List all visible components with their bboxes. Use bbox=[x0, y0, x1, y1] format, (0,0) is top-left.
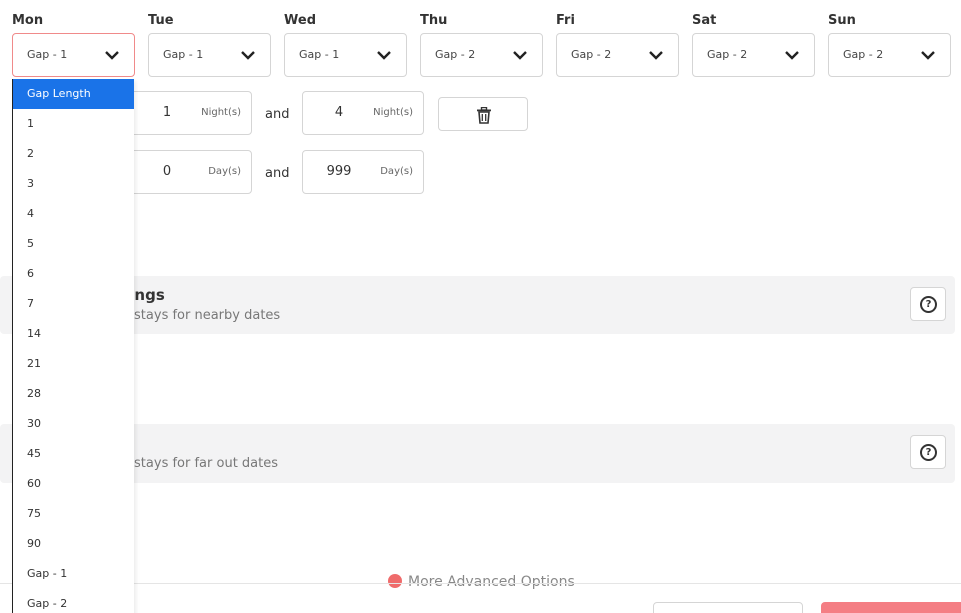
more-advanced-options-link[interactable]: More Advanced Options bbox=[388, 574, 575, 590]
more-options-label: More Advanced Options bbox=[408, 574, 575, 590]
day-label-sun: Sun bbox=[828, 13, 856, 28]
max-days-input[interactable]: 999 Day(s) bbox=[302, 150, 424, 194]
dropdown-option[interactable]: Gap - 1 bbox=[13, 559, 134, 589]
footer-secondary-button[interactable] bbox=[653, 602, 803, 613]
day-select-value: Gap - 2 bbox=[571, 48, 612, 61]
dropdown-option[interactable]: 5 bbox=[13, 229, 134, 259]
chevron-down-icon bbox=[513, 51, 527, 60]
dropdown-option[interactable]: 7 bbox=[13, 289, 134, 319]
chevron-down-icon bbox=[105, 51, 119, 60]
dropdown-option[interactable]: 45 bbox=[13, 439, 134, 469]
day-select-wed[interactable]: Gap - 1 bbox=[284, 33, 407, 77]
max-nights-value: 4 bbox=[334, 105, 344, 120]
dropdown-option[interactable]: 3 bbox=[13, 169, 134, 199]
dropdown-option[interactable]: 1 bbox=[13, 109, 134, 139]
day-select-value: Gap - 1 bbox=[299, 48, 340, 61]
gap-length-dropdown: Gap Length 1 2 3 4 5 6 7 14 21 28 30 45 … bbox=[12, 79, 134, 613]
day-select-tue[interactable]: Gap - 1 bbox=[148, 33, 271, 77]
min-nights-input[interactable]: 1 Night(s) bbox=[130, 91, 252, 135]
chevron-down-icon bbox=[921, 51, 935, 60]
day-label-tue: Tue bbox=[148, 13, 174, 28]
day-col-mon: Mon Gap - 1 bbox=[12, 12, 135, 77]
day-select-sun[interactable]: Gap - 2 bbox=[828, 33, 951, 77]
chevron-down-icon bbox=[785, 51, 799, 60]
dropdown-option[interactable]: 4 bbox=[13, 199, 134, 229]
dropdown-option[interactable]: 30 bbox=[13, 409, 134, 439]
dropdown-option[interactable]: 75 bbox=[13, 499, 134, 529]
day-label-mon: Mon bbox=[12, 13, 44, 28]
dropdown-option[interactable]: 28 bbox=[13, 379, 134, 409]
help-circle-icon: ? bbox=[920, 444, 937, 461]
day-select-fri[interactable]: Gap - 2 bbox=[556, 33, 679, 77]
nights-and-label: and bbox=[265, 107, 290, 122]
chevron-down-icon bbox=[649, 51, 663, 60]
trash-icon bbox=[477, 107, 491, 124]
min-days-value: 0 bbox=[162, 164, 172, 179]
day-select-value: Gap - 1 bbox=[27, 48, 68, 61]
toggle-dot-icon bbox=[388, 574, 402, 588]
nearby-bookings-panel: okings um stays for nearby dates ? bbox=[0, 276, 955, 334]
day-label-fri: Fri bbox=[556, 13, 575, 28]
chevron-down-icon bbox=[241, 51, 255, 60]
day-label-thu: Thu bbox=[420, 13, 448, 28]
dropdown-option[interactable]: 21 bbox=[13, 349, 134, 379]
dropdown-option[interactable]: 14 bbox=[13, 319, 134, 349]
dropdown-option[interactable]: 60 bbox=[13, 469, 134, 499]
dropdown-option[interactable]: Gap - 2 bbox=[13, 589, 134, 613]
day-select-value: Gap - 2 bbox=[843, 48, 884, 61]
day-select-value: Gap - 1 bbox=[163, 48, 204, 61]
help-button[interactable]: ? bbox=[910, 287, 946, 321]
day-select-value: Gap - 2 bbox=[707, 48, 748, 61]
day-label-sat: Sat bbox=[692, 13, 717, 28]
min-nights-unit: Night(s) bbox=[201, 107, 241, 118]
min-days-unit: Day(s) bbox=[208, 166, 241, 177]
day-col-sun: Sun Gap - 2 bbox=[828, 12, 951, 77]
help-circle-icon: ? bbox=[920, 296, 937, 313]
panel-subtitle: um stays for nearby dates bbox=[109, 308, 281, 323]
chevron-down-icon bbox=[377, 51, 391, 60]
dropdown-option[interactable]: 6 bbox=[13, 259, 134, 289]
day-select-sat[interactable]: Gap - 2 bbox=[692, 33, 815, 77]
help-button[interactable]: ? bbox=[910, 435, 946, 469]
day-col-tue: Tue Gap - 1 bbox=[148, 12, 271, 77]
delete-rule-button[interactable] bbox=[438, 97, 528, 131]
dropdown-option[interactable]: 90 bbox=[13, 529, 134, 559]
day-select-mon[interactable]: Gap - 1 bbox=[12, 33, 135, 77]
dropdown-option[interactable]: 2 bbox=[13, 139, 134, 169]
day-select-value: Gap - 2 bbox=[435, 48, 476, 61]
panel-subtitle: um stays for far out dates bbox=[109, 456, 279, 471]
day-label-wed: Wed bbox=[284, 13, 316, 28]
day-col-wed: Wed Gap - 1 bbox=[284, 12, 407, 77]
day-col-thu: Thu Gap - 2 bbox=[420, 12, 543, 77]
far-out-panel: gs um stays for far out dates ? bbox=[0, 424, 955, 483]
dropdown-option[interactable]: Gap Length bbox=[13, 79, 134, 109]
day-select-thu[interactable]: Gap - 2 bbox=[420, 33, 543, 77]
max-nights-input[interactable]: 4 Night(s) bbox=[302, 91, 424, 135]
max-days-value: 999 bbox=[326, 164, 352, 179]
day-col-sat: Sat Gap - 2 bbox=[692, 12, 815, 77]
footer-primary-button[interactable] bbox=[821, 602, 961, 613]
footer-divider bbox=[0, 583, 961, 584]
day-col-fri: Fri Gap - 2 bbox=[556, 12, 679, 77]
days-and-label: and bbox=[265, 166, 290, 181]
min-nights-value: 1 bbox=[162, 105, 172, 120]
max-days-unit: Day(s) bbox=[380, 166, 413, 177]
max-nights-unit: Night(s) bbox=[373, 107, 413, 118]
min-days-input[interactable]: 0 Day(s) bbox=[130, 150, 252, 194]
